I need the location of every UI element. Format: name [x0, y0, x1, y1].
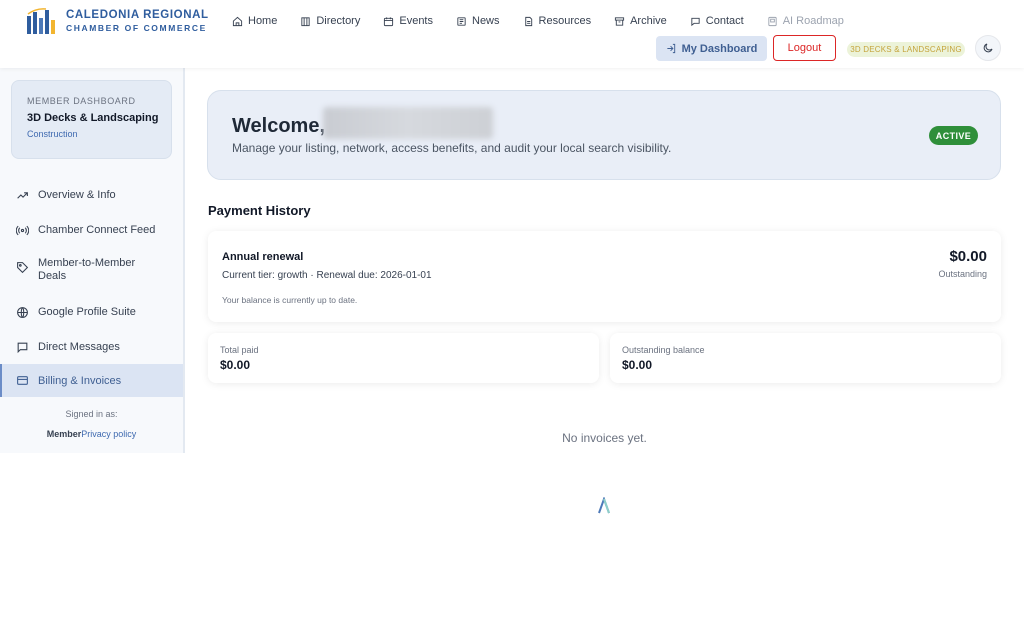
member-card: MEMBER DASHBOARD 3D Decks & Landscaping … [11, 80, 172, 159]
sidebar-footer: MemberPrivacy policy [0, 429, 183, 439]
my-dashboard-button[interactable]: My Dashboard [656, 36, 767, 61]
nav-events[interactable]: Events [383, 14, 433, 28]
nav-archive[interactable]: Archive [614, 14, 667, 28]
welcome-heading: Welcome, [232, 115, 325, 137]
privacy-policy-link[interactable]: Privacy policy [81, 429, 136, 439]
sidebar-item-connect-feed[interactable]: Chamber Connect Feed [0, 222, 183, 238]
sidebar: MEMBER DASHBOARD 3D Decks & Landscaping … [0, 68, 185, 453]
sidebar-item-label: Chamber Connect Feed [38, 224, 156, 236]
status-badge: ACTIVE [929, 126, 978, 145]
nav-label: Archive [630, 15, 667, 27]
login-arrow-icon [666, 43, 675, 54]
globe-icon [17, 306, 28, 318]
loading-spinner-icon [598, 497, 610, 514]
credit-card-icon [17, 376, 28, 385]
nav-ai-roadmap[interactable]: AI Roadmap [767, 14, 844, 28]
brand-name[interactable]: CALEDONIA REGIONAL CHAMBER OF COMMERCE [66, 9, 209, 33]
home-icon [232, 16, 243, 26]
welcome-banner: Welcome, Manage your listing, network, a… [207, 90, 1001, 180]
top-header: CALEDONIA REGIONAL CHAMBER OF COMMERCE H… [0, 0, 1024, 68]
brand-line-1: CALEDONIA REGIONAL [66, 9, 209, 21]
renewal-note: Your balance is currently up to date. [222, 295, 358, 305]
nav-news[interactable]: News [456, 14, 500, 28]
sidebar-item-billing[interactable]: Billing & Invoices [0, 364, 183, 397]
nav-label: AI Roadmap [782, 15, 844, 27]
broadcast-icon [16, 225, 29, 235]
trend-icon [17, 191, 28, 199]
sidebar-item-messages[interactable]: Direct Messages [0, 339, 183, 355]
nav-directory[interactable]: Directory [300, 14, 360, 28]
chamber-logo-icon[interactable] [26, 8, 56, 34]
redacted-user-name [323, 107, 493, 139]
welcome-subtitle: Manage your listing, network, access ben… [232, 141, 672, 155]
roadmap-icon [768, 16, 777, 26]
sidebar-item-label: Overview & Info [38, 189, 116, 201]
nav-resources[interactable]: Resources [523, 14, 592, 28]
nav-label: Contact [705, 15, 744, 27]
brand-line-2: CHAMBER OF COMMERCE [66, 22, 207, 33]
renewal-title: Annual renewal [222, 251, 304, 263]
sidebar-item-label: Member-to-Member Deals [38, 257, 136, 282]
moon-icon [983, 43, 993, 53]
annual-renewal-card: Annual renewal Current tier: growth · Re… [208, 231, 1001, 322]
nav-contact[interactable]: Contact [690, 14, 744, 28]
logout-button[interactable]: Logout [773, 35, 836, 61]
nav-label: Directory [316, 15, 361, 27]
sidebar-item-overview[interactable]: Overview & Info [0, 187, 183, 203]
main-nav: Home Directory Events News Resources Arc… [232, 14, 867, 28]
outstanding-amount: $0.00 [949, 248, 987, 265]
payment-history-title: Payment History [208, 203, 311, 218]
theme-toggle-button[interactable] [975, 35, 1001, 61]
outstanding-label: Outstanding [938, 269, 987, 279]
outstanding-balance-value: $0.00 [622, 358, 653, 372]
nav-label: Resources [538, 15, 592, 27]
signed-in-label: Signed in as: [65, 409, 118, 419]
member-category: Construction [27, 129, 78, 139]
total-paid-label: Total paid [220, 345, 259, 355]
renewal-details: Current tier: growth · Renewal due: 2026… [222, 270, 432, 281]
member-card-label: MEMBER DASHBOARD [27, 96, 136, 106]
sidebar-item-label: Google Profile Suite [38, 306, 136, 318]
archive-icon [615, 16, 625, 26]
nav-label: Home [248, 15, 278, 27]
building-icon [301, 16, 310, 26]
my-dashboard-label: My Dashboard [681, 42, 758, 55]
nav-home[interactable]: Home [232, 14, 277, 28]
empty-invoices-message: No invoices yet. [562, 431, 647, 445]
calendar-icon [384, 16, 394, 26]
tag-icon [17, 262, 29, 274]
nav-label: Events [399, 15, 433, 27]
outstanding-balance-label: Outstanding balance [622, 345, 705, 355]
member-business-name: 3D Decks & Landscaping [27, 112, 159, 124]
sidebar-item-deals[interactable]: Member-to-Member Deals [0, 257, 183, 283]
sidebar-item-label: Direct Messages [38, 341, 120, 353]
user-role: Member [46, 429, 82, 439]
message-icon [17, 342, 28, 353]
chat-icon [691, 17, 700, 26]
newspaper-icon [457, 16, 466, 26]
total-paid-value: $0.00 [220, 358, 251, 372]
total-paid-card: Total paid $0.00 [208, 333, 599, 383]
document-icon [524, 16, 532, 26]
sidebar-item-label: Billing & Invoices [38, 374, 122, 387]
business-tag-badge: 3D DECKS & LANDSCAPING [847, 42, 965, 57]
outstanding-balance-card: Outstanding balance $0.00 [610, 333, 1001, 383]
nav-label: News [472, 15, 500, 27]
sidebar-item-google-profile[interactable]: Google Profile Suite [0, 304, 183, 320]
